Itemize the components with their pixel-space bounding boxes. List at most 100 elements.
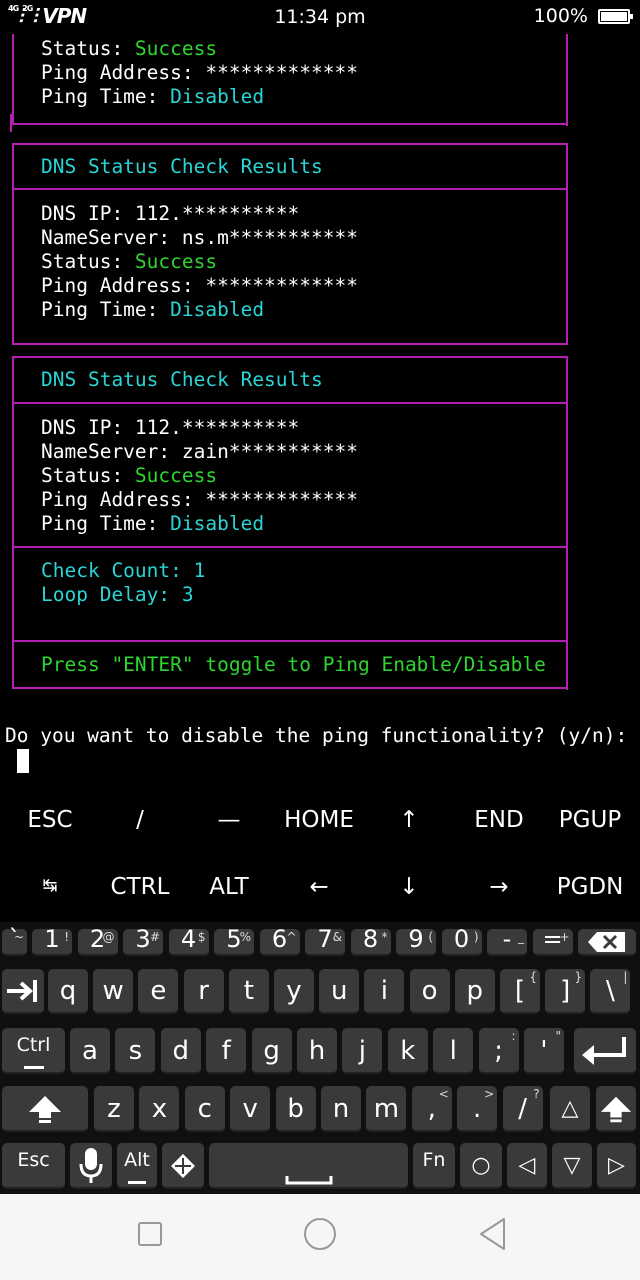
key-f[interactable]: f — [206, 1028, 247, 1074]
key-7[interactable]: & 7 — [305, 926, 345, 956]
key-3[interactable]: #3 — [123, 926, 163, 956]
loop-delay-line: Loop Delay: 3 — [41, 583, 194, 606]
end-extra-key[interactable]: END — [474, 807, 523, 833]
space-key[interactable] — [209, 1143, 408, 1189]
settings-key[interactable] — [162, 1143, 204, 1189]
key-symbol-11[interactable]: + = — [532, 926, 573, 956]
circle-key[interactable]: ○ — [460, 1143, 502, 1189]
back-button[interactable] — [478, 1217, 508, 1251]
right-arrow-key[interactable]: ▷ — [597, 1143, 636, 1189]
shift-key-right[interactable] — [596, 1086, 636, 1132]
key-y[interactable]: y — [274, 969, 314, 1014]
enter-icon — [582, 1037, 626, 1065]
key-symbol-11[interactable]: }] — [545, 969, 586, 1014]
down-arrow-key[interactable]: ▽ — [552, 1143, 592, 1189]
key-1[interactable]: ! 1 — [32, 926, 72, 956]
enter-key[interactable] — [574, 1028, 636, 1074]
key-e[interactable]: e — [138, 969, 179, 1014]
nameserver-line: NameServer: zain*********** — [41, 440, 358, 463]
check-count-line: Check Count: 1 — [41, 559, 206, 582]
diamond-menu-icon — [171, 1154, 195, 1178]
key-backtick[interactable]: ~ ` — [2, 926, 27, 956]
backspace-icon — [588, 932, 625, 952]
key-g[interactable]: g — [251, 1028, 292, 1074]
key-b[interactable]: b — [275, 1086, 316, 1132]
key-5[interactable]: % 5 — [214, 926, 254, 956]
key-8[interactable]: * 8 — [350, 926, 391, 956]
shift-key-left[interactable] — [2, 1086, 88, 1132]
key-v[interactable]: v — [230, 1086, 271, 1132]
results-title: DNS Status Check Results — [41, 155, 323, 178]
terminal-output[interactable]: Status: Success Ping Address: **********… — [0, 34, 640, 794]
esc-key[interactable]: Esc — [2, 1143, 65, 1189]
pgup-extra-key[interactable]: PGUP — [559, 807, 621, 833]
key-k[interactable]: k — [387, 1028, 428, 1074]
key-i[interactable]: i — [364, 969, 405, 1014]
key-s[interactable]: s — [115, 1028, 156, 1074]
key-h[interactable]: h — [297, 1028, 337, 1074]
fn-key[interactable]: Fn — [413, 1143, 455, 1189]
key-symbol-9[interactable]: :; — [478, 1028, 519, 1074]
battery-percent: 100% — [533, 5, 588, 27]
ping-address-line: Ping Address: ************* — [41, 274, 358, 297]
right-extra-key[interactable]: → — [489, 874, 508, 900]
recents-button[interactable] — [138, 1222, 162, 1246]
key-t[interactable]: t — [228, 969, 269, 1014]
key-symbol-10[interactable]: {[ — [500, 969, 540, 1014]
ctrl-key[interactable]: Ctrl — [2, 1028, 65, 1074]
battery-icon — [598, 9, 633, 24]
home-extra-key[interactable]: HOME — [284, 807, 354, 833]
shift-icon — [600, 1096, 632, 1123]
up-extra-key[interactable]: ↑ — [399, 807, 418, 833]
tab-extra-key[interactable]: ↹ — [42, 875, 57, 896]
shift-icon — [29, 1096, 61, 1123]
key-2[interactable]: @2 — [77, 926, 118, 956]
key-4[interactable]: $4 — [168, 926, 209, 956]
key-symbol-7[interactable]: <, — [411, 1086, 452, 1132]
key-9[interactable]: (9 — [396, 926, 436, 956]
key-m[interactable]: m — [366, 1086, 407, 1132]
key-d[interactable]: d — [160, 1028, 201, 1074]
alt-key[interactable]: Alt — [117, 1143, 157, 1189]
key-0[interactable]: ) 0 — [441, 926, 482, 956]
backspace-key[interactable] — [578, 929, 636, 956]
key-z[interactable]: z — [94, 1086, 134, 1132]
key-symbol-12[interactable]: | \ — [590, 969, 631, 1014]
down-extra-key[interactable]: ↓ — [399, 874, 418, 900]
left-arrow-key[interactable]: ◁ — [507, 1143, 547, 1189]
key-o[interactable]: o — [409, 969, 450, 1014]
tab-key[interactable] — [2, 969, 44, 1014]
key-6[interactable]: ^ 6 — [259, 926, 300, 956]
dash-extra-key[interactable]: — — [218, 807, 241, 833]
key-symbol-10[interactable]: " ' — [524, 1028, 564, 1074]
key-symbol-8[interactable]: >. — [457, 1086, 498, 1132]
nameserver-line: NameServer: ns.m*********** — [41, 226, 358, 249]
key-q[interactable]: q — [48, 969, 88, 1014]
key-w[interactable]: w — [93, 969, 134, 1014]
key-r[interactable]: r — [183, 969, 224, 1014]
slash-extra-key[interactable]: / — [136, 807, 144, 833]
home-button[interactable] — [304, 1218, 336, 1250]
key-p[interactable]: p — [454, 969, 495, 1014]
key-l[interactable]: l — [433, 1028, 474, 1074]
key-x[interactable]: x — [139, 1086, 180, 1132]
ctrl-extra-key[interactable]: CTRL — [111, 874, 170, 900]
pgdn-extra-key[interactable]: PGDN — [557, 874, 624, 900]
key-a[interactable]: a — [70, 1028, 110, 1074]
key-n[interactable]: n — [321, 1086, 361, 1132]
ping-time-line: Ping Time: Disabled — [41, 298, 265, 321]
esc-extra-key[interactable]: ESC — [27, 807, 72, 833]
key-j[interactable]: j — [342, 1028, 383, 1074]
status-bar: 4G⫶2G⫶ VPN 11:34 pm 100% — [0, 0, 640, 34]
left-extra-key[interactable]: ← — [309, 874, 328, 900]
status-line: Status: Success — [41, 464, 218, 487]
ping-time-line: Ping Time: Disabled — [41, 512, 265, 535]
key-symbol-10[interactable]: _ - — [487, 926, 527, 956]
mic-key[interactable] — [70, 1143, 112, 1189]
key-symbol-9[interactable]: ? / — [502, 1086, 543, 1132]
up-arrow-key[interactable]: △ — [550, 1086, 590, 1132]
alt-extra-key[interactable]: ALT — [209, 874, 248, 900]
key-c[interactable]: c — [184, 1086, 225, 1132]
tab-icon — [7, 980, 37, 1002]
key-u[interactable]: u — [319, 969, 360, 1014]
